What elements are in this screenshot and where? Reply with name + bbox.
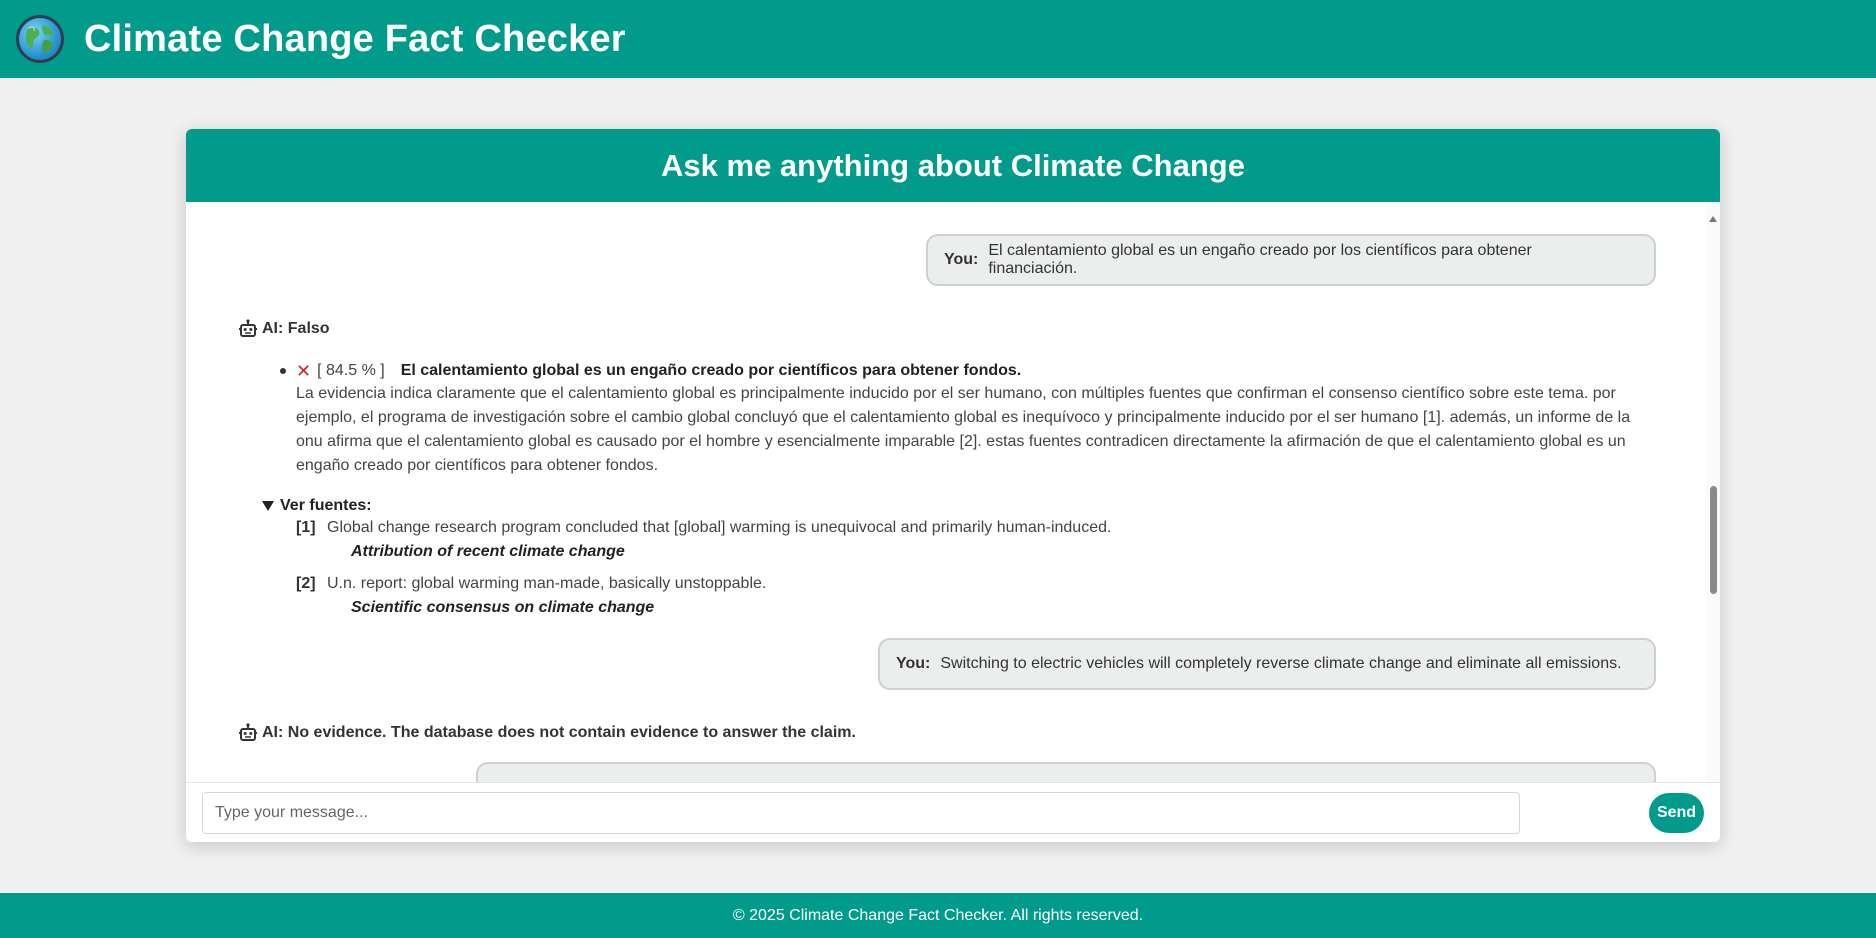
- user-message-text: Switching to electric vehicles will comp…: [940, 655, 1622, 672]
- ai-message-label: AI: Falso: [238, 319, 330, 339]
- claim-text: El calentamiento global es un engaño cre…: [400, 362, 1022, 379]
- sources-details: Ver fuentes: [1] Global change research …: [262, 495, 1362, 616]
- robot-icon: [239, 319, 257, 337]
- message-input[interactable]: [202, 792, 1520, 834]
- app-title: Climate Change Fact Checker: [84, 17, 626, 60]
- user-message: You: El calentamiento global es un engañ…: [926, 234, 1656, 286]
- ai-verdict: AI: Falso: [262, 320, 330, 337]
- user-label: You:: [944, 251, 979, 268]
- sources-toggle[interactable]: Ver fuentes:: [262, 495, 1362, 517]
- source-text: U.n. report: global warming man-made, ba…: [327, 575, 767, 592]
- ai-verdict: AI: No evidence. The database does not c…: [262, 724, 856, 741]
- triangle-down-icon: [262, 501, 274, 511]
- sources-summary-label: Ver fuentes:: [280, 497, 372, 514]
- scroll-up-icon[interactable]: [1709, 216, 1717, 222]
- explanation-line: La evidencia indica claramente que el ca…: [296, 385, 1616, 402]
- source-number: [2]: [296, 575, 316, 592]
- confidence-score: [ 84.5 % ]: [317, 362, 385, 379]
- message-composer: Send: [186, 782, 1720, 842]
- user-message: You: Switching to electric vehicles will…: [878, 638, 1656, 690]
- explanation-line: engaño creado por científicos para obten…: [296, 457, 659, 474]
- messages-area[interactable]: You: El calentamiento global es un engañ…: [186, 202, 1720, 842]
- x-mark-icon: ✕: [296, 360, 312, 381]
- page-footer: © 2025 Climate Change Fact Checker. All …: [0, 893, 1876, 938]
- source-number: [1]: [296, 519, 316, 536]
- bullet-icon: [280, 368, 286, 374]
- user-label: You:: [896, 655, 931, 672]
- source-title: Scientific consensus on climate change: [351, 599, 655, 616]
- app-header: Climate Change Fact Checker: [0, 0, 1876, 78]
- chat-header: Ask me anything about Climate Change: [186, 129, 1720, 202]
- source-title: Attribution of recent climate change: [351, 543, 625, 560]
- messages-scrollbar[interactable]: [1706, 202, 1720, 842]
- explanation-line: ejemplo, el programa de investigación so…: [296, 409, 1631, 426]
- footer-text: © 2025 Climate Change Fact Checker. All …: [732, 906, 1144, 924]
- claim-item: ✕ [ 84.5 % ] El calentamiento global es …: [280, 360, 1656, 478]
- robot-icon: [239, 723, 257, 741]
- globe-icon: [16, 15, 64, 63]
- chat-container: Ask me anything about Climate Change You…: [186, 129, 1720, 842]
- user-message-text: El calentamiento global es un engaño cre…: [988, 242, 1532, 277]
- explanation-line: onu afirma que el calentamiento global e…: [296, 433, 1626, 450]
- ai-message-label: AI: No evidence. The database does not c…: [238, 723, 856, 743]
- claim-line: ✕ [ 84.5 % ] El calentamiento global es …: [296, 360, 1656, 382]
- source-text: Global change research program concluded…: [327, 519, 1112, 536]
- claim-explanation: La evidencia indica claramente que el ca…: [296, 382, 1656, 478]
- send-button[interactable]: Send: [1649, 793, 1704, 833]
- messages-list: You: El calentamiento global es un engañ…: [186, 202, 1706, 842]
- scroll-thumb[interactable]: [1710, 486, 1717, 594]
